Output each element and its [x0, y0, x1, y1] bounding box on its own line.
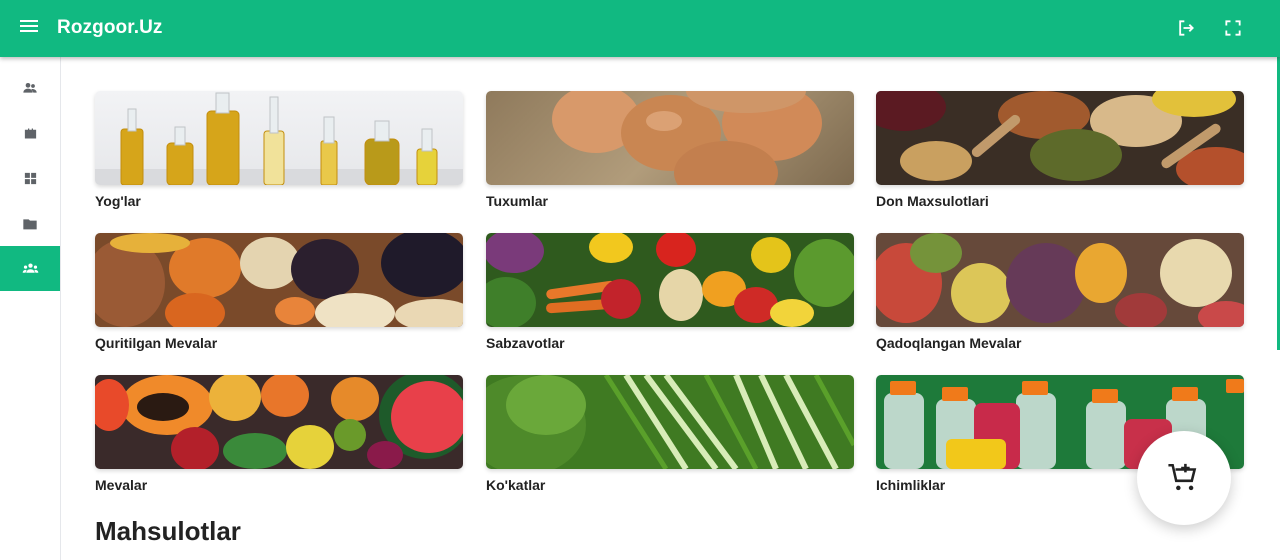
- category-card-grains[interactable]: Don Maxsulotlari: [876, 91, 1244, 209]
- dried-fruits-nuts-image: [95, 233, 463, 327]
- category-card-vegetables[interactable]: Sabzavotlar: [486, 233, 854, 351]
- group-icon: [22, 260, 39, 277]
- logout-icon[interactable]: [1176, 18, 1196, 38]
- category-label: Quritilgan Mevalar: [95, 335, 218, 351]
- eggs-image: [486, 91, 854, 185]
- category-label: Ko'katlar: [486, 477, 546, 493]
- add-to-cart-icon: [1167, 461, 1201, 495]
- greens-image: [486, 375, 854, 469]
- category-card-packaged-fruits[interactable]: Qadoqlangan Mevalar: [876, 233, 1244, 351]
- category-card-eggs[interactable]: Tuxumlar: [486, 91, 854, 209]
- category-label: Sabzavotlar: [486, 335, 565, 351]
- sidebar-item-groups[interactable]: [0, 246, 60, 291]
- grid-icon: [23, 171, 38, 186]
- folder-icon: [22, 216, 38, 232]
- oil-bottles-image: [95, 91, 463, 185]
- category-label: Qadoqlangan Mevalar: [876, 335, 1022, 351]
- category-label: Don Maxsulotlari: [876, 193, 989, 209]
- sidebar: [0, 57, 61, 560]
- category-label: Mevalar: [95, 477, 148, 493]
- category-label: Ichimliklar: [876, 477, 946, 493]
- top-app-bar: Rozgoor.Uz: [0, 0, 1280, 57]
- menu-icon[interactable]: [20, 18, 40, 38]
- sidebar-item-users[interactable]: [0, 65, 60, 110]
- brand-title[interactable]: Rozgoor.Uz: [57, 17, 163, 39]
- category-label: Yog'lar: [95, 193, 141, 209]
- category-card-fruits[interactable]: Mevalar: [95, 375, 463, 493]
- category-card-dried-fruits[interactable]: Quritilgan Mevalar: [95, 233, 463, 351]
- packaged-fruits-image: [876, 233, 1244, 327]
- products-section-title: Mahsulotlar: [95, 516, 241, 546]
- sidebar-item-dashboard[interactable]: [0, 156, 60, 201]
- cart-fab-button[interactable]: [1137, 431, 1231, 525]
- fruits-image: [95, 375, 463, 469]
- grains-spices-image: [876, 91, 1244, 185]
- vegetables-image: [486, 233, 854, 327]
- users-icon: [22, 80, 38, 96]
- category-label: Tuxumlar: [486, 193, 548, 209]
- sidebar-item-files[interactable]: [0, 201, 60, 246]
- category-card-greens[interactable]: Ko'katlar: [486, 375, 854, 493]
- fullscreen-icon[interactable]: [1223, 18, 1243, 38]
- category-card-oils[interactable]: Yog'lar: [95, 91, 463, 209]
- sidebar-item-jobs[interactable]: [0, 111, 60, 156]
- briefcase-icon: [23, 126, 38, 141]
